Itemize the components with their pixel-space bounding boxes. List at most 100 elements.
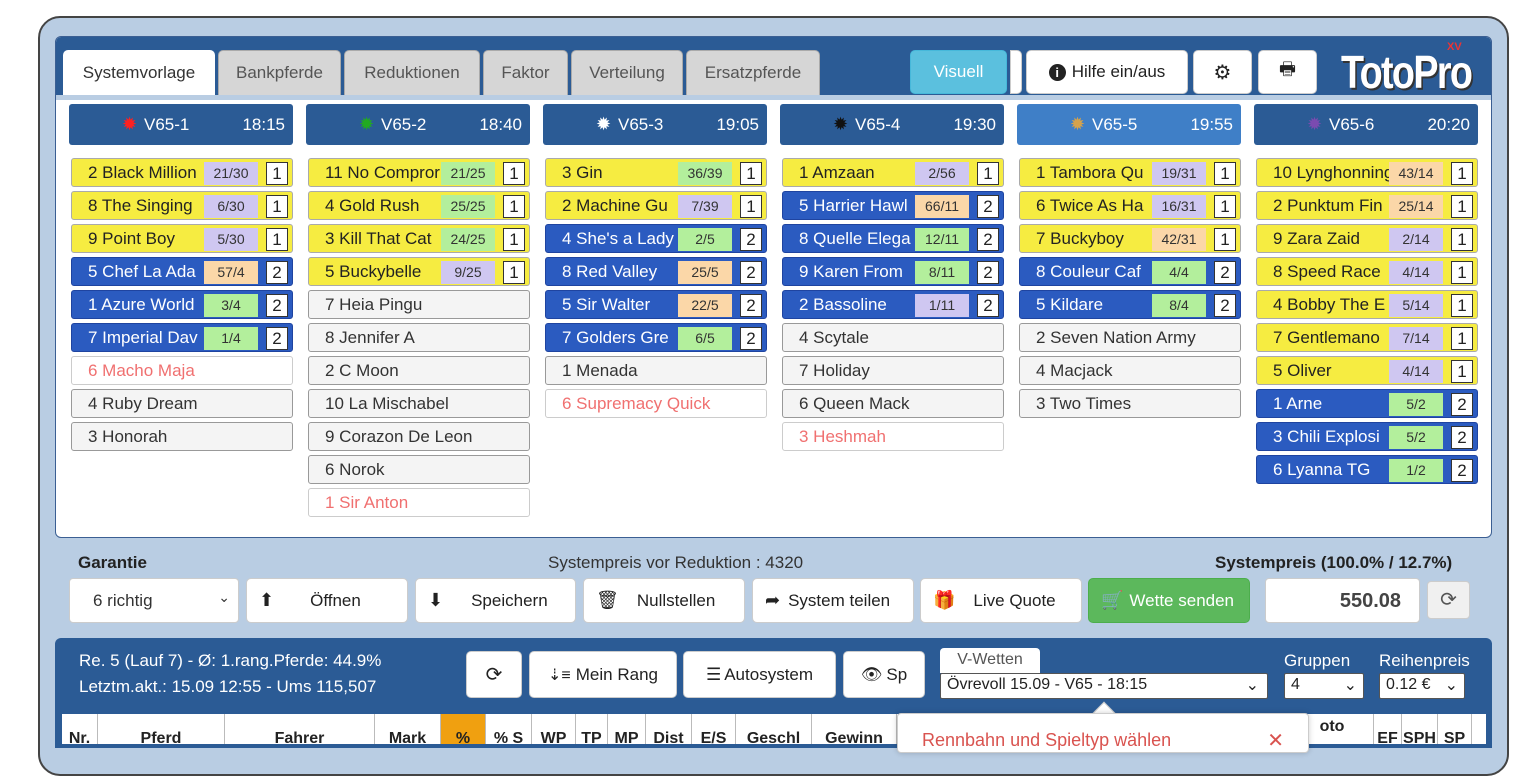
live-quote-button[interactable]: 🎁 Live Quote (920, 578, 1082, 623)
horse-row[interactable]: 2 Punktum Fin 25/14 1 (1256, 191, 1478, 220)
horse-rank[interactable]: 1 (740, 195, 762, 218)
horse-row[interactable]: 1 Arne 5/2 2 (1256, 389, 1478, 418)
horse-row[interactable]: 1 Menada (545, 356, 767, 385)
column-header[interactable]: MP (608, 714, 646, 747)
gruppen-select[interactable]: 4 ⌄ (1284, 673, 1364, 699)
column-header[interactable]: Mark (375, 714, 441, 747)
horse-row[interactable]: 8 Quelle Elega 12/11 2 (782, 224, 1004, 253)
horse-row[interactable]: 8 Couleur Caf 4/4 2 (1019, 257, 1241, 286)
horse-rank[interactable]: 1 (503, 228, 525, 251)
column-header[interactable]: Pferd (98, 714, 225, 747)
horse-rank[interactable]: 1 (1451, 360, 1473, 383)
tab-systemvorlage[interactable]: Systemvorlage (63, 50, 215, 95)
horse-row[interactable]: 6 Twice As Ha 16/31 1 (1019, 191, 1241, 220)
horse-rank[interactable]: 2 (1451, 459, 1473, 482)
race-header-3[interactable]: ✹ V65-3 19:05 (543, 104, 767, 145)
horse-rank[interactable]: 2 (1451, 393, 1473, 416)
column-header[interactable]: SPH (1402, 714, 1438, 747)
horse-rank[interactable]: 2 (266, 327, 288, 350)
horse-row[interactable]: 5 Buckybelle 9/25 1 (308, 257, 530, 286)
tab-ersatzpferde[interactable]: Ersatzpferde (686, 50, 820, 95)
horse-rank[interactable]: 1 (1451, 228, 1473, 251)
horse-rank[interactable]: 2 (266, 261, 288, 284)
visuell-toggle[interactable] (1010, 50, 1022, 94)
horse-row[interactable]: 2 Machine Gu 7/39 1 (545, 191, 767, 220)
horse-row[interactable]: 6 Queen Mack (782, 389, 1004, 418)
mein-rang-button[interactable]: ⇣≡ Mein Rang (529, 651, 677, 698)
refresh-price-button[interactable]: ⟳ (1427, 581, 1470, 619)
nullstellen-button[interactable]: 🗑 Nullstellen (583, 578, 745, 623)
horse-row[interactable]: 8 Red Valley 25/5 2 (545, 257, 767, 286)
settings-button[interactable]: ⚙ (1193, 50, 1252, 94)
horse-row[interactable]: 5 Chef La Ada 57/4 2 (71, 257, 293, 286)
reihenpreis-select[interactable]: 0.12 € ⌄ (1379, 673, 1465, 699)
horse-row[interactable]: 2 C Moon (308, 356, 530, 385)
race-header-1[interactable]: ✹ V65-1 18:15 (69, 104, 293, 145)
horse-rank[interactable]: 1 (266, 228, 288, 251)
horse-row[interactable]: 4 Ruby Dream (71, 389, 293, 418)
speichern-button[interactable]: ⬇ Speichern (415, 578, 576, 623)
horse-row[interactable]: 9 Corazon De Leon (308, 422, 530, 451)
horse-row[interactable]: 8 Jennifer A (308, 323, 530, 352)
horse-row[interactable]: 1 Amzaan 2/56 1 (782, 158, 1004, 187)
horse-rank[interactable]: 2 (977, 261, 999, 284)
horse-rank[interactable]: 1 (503, 195, 525, 218)
tab-bankpferde[interactable]: Bankpferde (218, 50, 341, 95)
horse-rank[interactable]: 1 (503, 261, 525, 284)
horse-rank[interactable]: 2 (266, 294, 288, 317)
horse-row[interactable]: 2 Seven Nation Army (1019, 323, 1241, 352)
horse-rank[interactable]: 2 (740, 327, 762, 350)
horse-row[interactable]: 7 Imperial Dav 1/4 2 (71, 323, 293, 352)
column-header[interactable]: % S (486, 714, 532, 747)
reload-button[interactable]: ⟳ (466, 651, 522, 698)
horse-row[interactable]: 2 Black Million 21/30 1 (71, 158, 293, 187)
horse-rank[interactable]: 2 (1451, 426, 1473, 449)
horse-rank[interactable]: 2 (740, 294, 762, 317)
close-icon[interactable]: ✕ (1267, 728, 1284, 753)
horse-rank[interactable]: 2 (1214, 261, 1236, 284)
horse-rank[interactable]: 1 (977, 162, 999, 185)
column-header[interactable]: Gewinn (812, 714, 897, 747)
horse-row[interactable]: 1 Tambora Qu 19/31 1 (1019, 158, 1241, 187)
horse-row[interactable]: 6 Macho Maja (71, 356, 293, 385)
hilfe-button[interactable]: i Hilfe ein/aus (1026, 50, 1188, 94)
horse-rank[interactable]: 1 (1214, 162, 1236, 185)
column-header[interactable]: SP (1438, 714, 1472, 747)
horse-rank[interactable]: 1 (503, 162, 525, 185)
horse-rank[interactable]: 2 (740, 228, 762, 251)
horse-row[interactable]: 3 Chili Explosi 5/2 2 (1256, 422, 1478, 451)
horse-rank[interactable]: 1 (1451, 195, 1473, 218)
horse-row[interactable]: 8 Speed Race 4/14 1 (1256, 257, 1478, 286)
sp-button[interactable]: 👁 Sp (843, 651, 925, 698)
horse-rank[interactable]: 1 (1451, 294, 1473, 317)
horse-rank[interactable]: 2 (977, 195, 999, 218)
horse-row[interactable]: 5 Harrier Hawl 66/11 2 (782, 191, 1004, 220)
horse-row[interactable]: 7 Holiday (782, 356, 1004, 385)
horse-row[interactable]: 7 Heia Pingu (308, 290, 530, 319)
horse-row[interactable]: 5 Sir Walter 22/5 2 (545, 290, 767, 319)
horse-row[interactable]: 10 Lynghonning 43/14 1 (1256, 158, 1478, 187)
horse-row[interactable]: 4 Gold Rush 25/25 1 (308, 191, 530, 220)
column-header[interactable]: Dist (646, 714, 692, 747)
horse-row[interactable]: 8 The Singing 6/30 1 (71, 191, 293, 220)
horse-row[interactable]: 3 Heshmah (782, 422, 1004, 451)
column-header[interactable]: E/S (692, 714, 736, 747)
column-header[interactable]: Nr. (62, 714, 98, 747)
horse-row[interactable]: 10 La Mischabel (308, 389, 530, 418)
column-header[interactable]: Geschl (736, 714, 812, 747)
column-header[interactable]: Fahrer (225, 714, 375, 747)
horse-row[interactable]: 9 Point Boy 5/30 1 (71, 224, 293, 253)
horse-row[interactable]: 3 Honorah (71, 422, 293, 451)
horse-rank[interactable]: 2 (1214, 294, 1236, 317)
wette-senden-button[interactable]: 🛒 Wette senden (1088, 578, 1250, 623)
horse-row[interactable]: 5 Kildare 8/4 2 (1019, 290, 1241, 319)
race-header-6[interactable]: ✹ V65-6 20:20 (1254, 104, 1478, 145)
horse-row[interactable]: 4 Scytale (782, 323, 1004, 352)
horse-row[interactable]: 6 Norok (308, 455, 530, 484)
autosystem-button[interactable]: ☰ Autosystem (683, 651, 836, 698)
horse-row[interactable]: 3 Two Times (1019, 389, 1241, 418)
race-header-4[interactable]: ✹ V65-4 19:30 (780, 104, 1004, 145)
horse-row[interactable]: 7 Buckyboy 42/31 1 (1019, 224, 1241, 253)
horse-row[interactable]: 4 She's a Lady 2/5 2 (545, 224, 767, 253)
garantie-select[interactable]: 6 richtig ⌄ (69, 578, 239, 623)
